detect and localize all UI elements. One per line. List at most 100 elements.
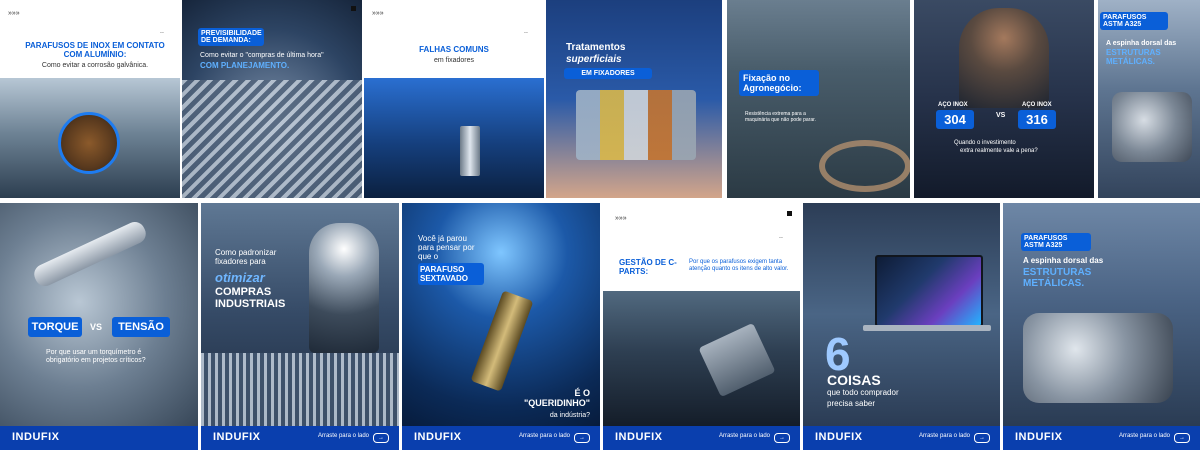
tile-line2: precisa saber <box>827 399 876 408</box>
tile-line2: otimizar <box>215 270 265 285</box>
corner-square <box>351 6 356 11</box>
tile-sextavado: Você já parou para pensar por que o PARA… <box>402 203 600 450</box>
tile-torque-tensao: TORQUE VS TENSÃO Por que usar um torquím… <box>0 203 198 450</box>
brand-logo: INDUFIX <box>414 431 462 443</box>
vs-label: VS <box>996 112 1006 119</box>
tile-line2: superficiais <box>566 54 622 65</box>
corroded-bolt-circle <box>58 112 120 174</box>
dots-mark: .. <box>524 28 528 35</box>
label-box: PARAFUSOS ASTM A325 <box>1100 12 1168 30</box>
quote-mark: »»» <box>615 215 627 222</box>
tile-line1: A espinha dorsal das <box>1106 40 1177 47</box>
tile-c-parts: »»» .. GESTÃO DE C-PARTS: Por que os par… <box>603 203 800 450</box>
colored-bolts <box>576 90 696 160</box>
tile-subtitle: em fixadores <box>433 57 475 64</box>
question-b: extra realmente vale a pena? <box>960 148 1038 154</box>
arrow-icon[interactable]: → <box>774 433 790 443</box>
bolts-array <box>182 80 362 198</box>
brand-logo: INDUFIX <box>12 431 60 443</box>
swipe-hint: Arraste para o lado <box>1118 433 1170 439</box>
fasteners-tray <box>201 353 399 426</box>
left-label: AÇO INOX <box>938 102 968 108</box>
swipe-hint: Arraste para o lado <box>317 433 369 439</box>
tile-title: GESTÃO DE C-PARTS: <box>619 258 677 276</box>
tile-6-coisas: 6 COISAS que todo comprador precisa sabe… <box>803 203 1000 450</box>
tile-body: Por que os parafusos exigem tanta atençã… <box>689 259 789 272</box>
tile-line3: É O "QUERIDINHO" <box>523 388 590 408</box>
tile-line1: Você já parou para pensar por que o <box>418 234 475 261</box>
tensao-box: TENSÃO <box>112 317 170 337</box>
tile-astm-a325-bottom: PARAFUSOS ASTM A325 A espinha dorsal das… <box>1003 203 1200 450</box>
tile-inox-304-316: AÇO INOX 304 VS AÇO INOX 316 Quando o in… <box>914 0 1094 198</box>
footer-bar: INDUFIX Arraste para o lado → <box>402 426 600 450</box>
tile-subtitle: Como evitar a corrosão galvânica. <box>41 62 149 69</box>
arrow-icon[interactable]: → <box>574 433 590 443</box>
brand-logo: INDUFIX <box>1015 431 1063 443</box>
tile-title: FALHAS COMUNS <box>419 45 489 54</box>
tile-line2: ESTRUTURAS METÁLICAS. <box>1106 48 1161 66</box>
worker-silhouette <box>959 8 1049 108</box>
corner-square <box>787 211 792 216</box>
footer-bar: INDUFIX Arraste para o lado → <box>603 426 800 450</box>
tile-line2: COM PLANEJAMENTO. <box>200 61 290 70</box>
question-a: Quando o investimento <box>954 140 1016 146</box>
tile-line1: Como evitar o "compras de última hora" <box>200 52 324 59</box>
washers <box>819 140 910 192</box>
left-value-box: 304 <box>936 110 974 129</box>
tile-previsibilidade: PREVISIBILIDADE DE DEMANDA: Como evitar … <box>182 0 362 198</box>
photo-bolts-gauge <box>364 78 544 198</box>
footer-bar: INDUFIX Arraste para o lado → <box>803 426 1000 450</box>
torque-box: TORQUE <box>28 317 82 337</box>
hex-bolt <box>470 290 534 392</box>
label-box: PARAFUSOS ASTM A325 <box>1021 233 1091 251</box>
nut-bolt <box>1023 313 1173 403</box>
swipe-hint: Arraste para o lado <box>518 433 570 439</box>
swipe-hint: Arraste para o lado <box>718 433 770 439</box>
right-label: AÇO INOX <box>1022 102 1052 108</box>
swipe-hint: Arraste para o lado <box>918 433 970 439</box>
tile-title: COISAS <box>827 372 881 388</box>
tile-astm-a325-top: PARAFUSOS ASTM A325 A espinha dorsal das… <box>1098 0 1200 198</box>
tile-line4: da indústria? <box>549 412 590 419</box>
label-box: EM FIXADORES <box>564 68 652 79</box>
tile-line2: ESTRUTURAS METÁLICAS. <box>1023 267 1092 289</box>
tile-line3: COMPRAS INDUSTRIAIS <box>215 286 286 311</box>
tile-line1: que todo comprador <box>827 388 899 397</box>
tile-agronegocio: Fixação no Agronegócio: Resistência extr… <box>727 0 910 198</box>
brand-logo: INDUFIX <box>213 431 261 443</box>
title-box: Fixação no Agronegócio: <box>739 70 819 96</box>
right-value-box: 316 <box>1018 110 1056 129</box>
image-grid: »»» .. PARAFUSOS DE INOX EM CONTATO COM … <box>0 0 1200 450</box>
nut-bolt <box>1112 92 1192 162</box>
quote-mark: »»» <box>372 10 384 17</box>
tile-tratamentos: Tratamentos superficiais EM FIXADORES <box>546 0 722 198</box>
laptop-base <box>863 325 991 331</box>
tile-padronizar: Como padronizar fixadores para otimizar … <box>201 203 399 450</box>
worker-silhouette <box>309 223 379 353</box>
tile-inox-aluminio: »»» .. PARAFUSOS DE INOX EM CONTATO COM … <box>0 0 180 198</box>
photo-spilled-screws <box>603 291 800 426</box>
wrench-shape <box>30 218 150 290</box>
tile-title: PARAFUSOS DE INOX EM CONTATO COM ALUMÍNI… <box>25 41 165 59</box>
sextavado-box: PARAFUSO SEXTAVADO <box>418 263 484 285</box>
tile-body: Resistência extrema para a maquinária qu… <box>745 111 816 123</box>
dots-mark: .. <box>160 28 164 35</box>
footer-bar: INDUFIX Arraste para o lado → <box>201 426 399 450</box>
dots-mark: .. <box>779 233 783 240</box>
arrow-icon[interactable]: → <box>974 433 990 443</box>
label-box: PREVISIBILIDADE DE DEMANDA: <box>198 28 264 46</box>
quote-mark: »»» <box>8 10 20 17</box>
footer-bar: INDUFIX <box>0 426 198 450</box>
laptop-screen <box>875 255 983 327</box>
bolt-shape <box>460 126 480 176</box>
tile-line1: Tratamentos <box>566 42 626 53</box>
brand-logo: INDUFIX <box>615 431 663 443</box>
arrow-icon[interactable]: → <box>373 433 389 443</box>
tile-falhas-comuns: »»» .. FALHAS COMUNS em fixadores <box>364 0 544 198</box>
footer-bar: INDUFIX Arraste para o lado → <box>1003 426 1200 450</box>
tile-line1: A espinha dorsal das <box>1023 256 1104 265</box>
tile-line1: Como padronizar fixadores para <box>215 248 277 266</box>
tile-question: Por que usar um torquímetro é obrigatóri… <box>46 349 146 364</box>
brand-logo: INDUFIX <box>815 431 863 443</box>
arrow-icon[interactable]: → <box>1174 433 1190 443</box>
